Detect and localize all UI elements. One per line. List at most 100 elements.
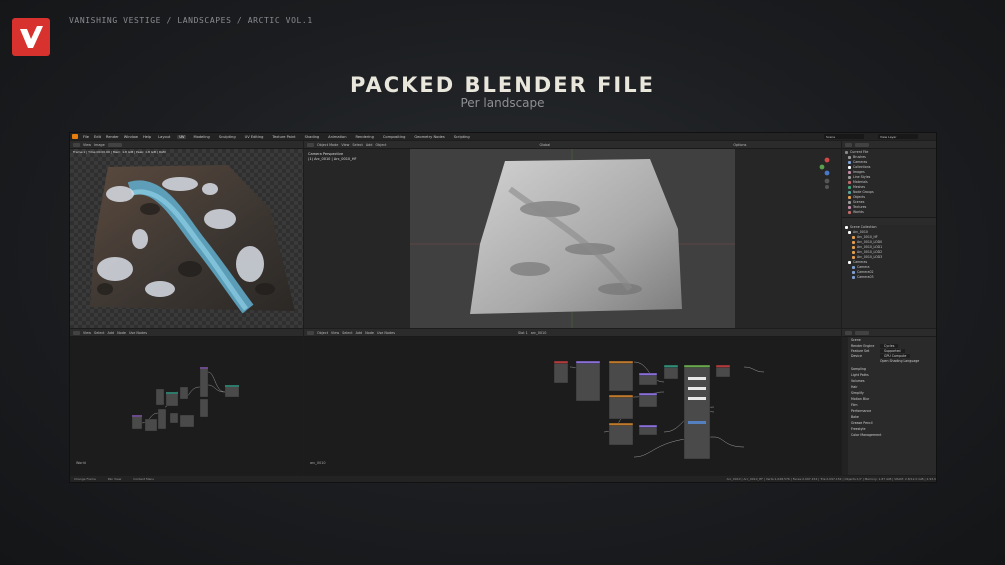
panel-motion-blur[interactable]: Motion Blur	[851, 397, 869, 401]
outliner-object[interactable]: Cameras	[848, 260, 867, 264]
panel-simplify[interactable]: Simplify	[851, 391, 864, 395]
outliner-object[interactable]: Camera	[852, 265, 870, 269]
editor-type-button[interactable]	[307, 142, 314, 147]
tab-rendering[interactable]: Rendering	[354, 135, 376, 139]
outliner-item[interactable]: Objects	[848, 195, 865, 199]
tab-geometry-nodes[interactable]: Geometry Nodes	[412, 135, 446, 139]
tab-uv-editing[interactable]: UV Editing	[243, 135, 266, 139]
panel-performance[interactable]: Performance	[851, 409, 871, 413]
blender-logo-icon[interactable]	[72, 134, 78, 139]
menu-file[interactable]: File	[83, 135, 89, 139]
outliner-search-field[interactable]	[855, 142, 869, 147]
node-view-menu[interactable]: View	[83, 331, 91, 335]
tab-modeling[interactable]: Modeling	[191, 135, 211, 139]
osl-checkbox[interactable]: Open Shading Language	[880, 359, 919, 363]
tab-sculpting[interactable]: Sculpting	[217, 135, 238, 139]
outliner-object[interactable]: Arc_0010_LOD3	[852, 255, 882, 259]
render-result-field[interactable]	[107, 142, 122, 147]
menu-window[interactable]: Window	[124, 135, 138, 139]
viewport-object-menu[interactable]: Object	[375, 143, 386, 147]
node-object-menu[interactable]: Object	[317, 331, 328, 335]
view-layer-selector[interactable]: View Layer	[878, 134, 918, 139]
panel-hair[interactable]: Hair	[851, 385, 858, 389]
editor-type-button[interactable]	[307, 330, 314, 335]
outliner-item[interactable]: Collections	[848, 165, 870, 169]
image-editor-image-menu[interactable]: Image	[94, 143, 105, 147]
editor-type-button[interactable]	[73, 330, 80, 335]
properties-area[interactable]: Scene Render Engine Cycles Feature Set S…	[842, 329, 936, 475]
outliner-item[interactable]: Materials	[848, 180, 868, 184]
use-nodes-checkbox[interactable]: Use Nodes	[377, 331, 395, 335]
outliner-item[interactable]: Brushes	[848, 155, 866, 159]
panel-freestyle[interactable]: Freestyle	[851, 427, 865, 431]
outliner-item[interactable]: Node Groups	[848, 190, 874, 194]
scene-selector[interactable]: Scene	[824, 134, 864, 139]
orientation-dropdown[interactable]: Global	[540, 143, 551, 147]
properties-search-field[interactable]	[855, 330, 869, 335]
render-engine-dropdown[interactable]: Cycles	[880, 344, 899, 348]
feature-set-dropdown[interactable]: Supported	[880, 349, 905, 353]
tab-shading[interactable]: Shading	[303, 135, 322, 139]
outliner-current-file[interactable]: Current File	[845, 150, 868, 154]
menu-render[interactable]: Render	[106, 135, 119, 139]
node-node-menu[interactable]: Node	[365, 331, 374, 335]
node-select-menu[interactable]: Select	[94, 331, 104, 335]
outliner-item[interactable]: Line Styles	[848, 175, 870, 179]
outliner-item[interactable]: Images	[848, 170, 865, 174]
navigation-gizmo[interactable]	[817, 155, 837, 189]
tab-scripting[interactable]: Scripting	[452, 135, 472, 139]
device-dropdown[interactable]: GPU Compute	[880, 354, 911, 358]
tab-animation[interactable]: Animation	[326, 135, 348, 139]
outliner-object[interactable]: Arc_0010_HF	[852, 235, 878, 239]
tab-layout[interactable]: Layout	[156, 135, 172, 139]
image-editor-area[interactable]: View Image Frame:1 | Time:00:00.00 | Mem…	[70, 141, 303, 328]
material-name-field[interactable]: arc_0010	[531, 331, 547, 335]
outliner-object[interactable]: Camera02	[852, 270, 874, 274]
use-nodes-checkbox[interactable]: Use Nodes	[129, 331, 147, 335]
editor-type-button[interactable]	[73, 142, 80, 147]
outliner-item[interactable]: Textures	[848, 205, 866, 209]
image-editor-view-menu[interactable]: View	[83, 143, 91, 147]
editor-type-button[interactable]	[845, 142, 852, 147]
outliner-object[interactable]: Arc_0010	[848, 230, 868, 234]
outliner-item[interactable]: Scenes	[848, 200, 864, 204]
properties-tab-bar[interactable]	[842, 337, 848, 475]
outliner-object[interactable]: Arc_0010_LOD2	[852, 250, 882, 254]
outliner-item[interactable]: Cameras	[848, 160, 867, 164]
viewport-options-button[interactable]: Options	[733, 143, 746, 147]
editor-type-button[interactable]	[845, 330, 852, 335]
node-node-menu[interactable]: Node	[117, 331, 126, 335]
tab-compositing[interactable]: Compositing	[381, 135, 408, 139]
feature-set-label: Feature Set	[851, 349, 870, 353]
outliner-object[interactable]: Arc_0010_LOD0	[852, 240, 882, 244]
viewport-add-menu[interactable]: Add	[366, 143, 373, 147]
panel-grease-pencil[interactable]: Grease Pencil	[851, 421, 873, 425]
tab-texture-paint[interactable]: Texture Paint	[270, 135, 297, 139]
object-mode-dropdown[interactable]: Object Mode	[317, 143, 338, 147]
outliner-item[interactable]: Worlds	[848, 210, 864, 214]
node-select-menu[interactable]: Select	[342, 331, 352, 335]
panel-volumes[interactable]: Volumes	[851, 379, 865, 383]
panel-film[interactable]: Film	[851, 403, 857, 407]
tab-uv[interactable]: UV	[177, 134, 187, 139]
outliner-area[interactable]: Current File Brushes Cameras Collections…	[842, 141, 936, 328]
panel-light-paths[interactable]: Light Paths	[851, 373, 869, 377]
menu-help[interactable]: Help	[143, 135, 151, 139]
node-view-menu[interactable]: View	[331, 331, 339, 335]
viewport-select-menu[interactable]: Select	[352, 143, 362, 147]
viewport-view-menu[interactable]: View	[341, 143, 349, 147]
outliner-object[interactable]: Arc_0010_LOD1	[852, 245, 882, 249]
panel-color-management[interactable]: Color Management	[851, 433, 881, 437]
panel-bake[interactable]: Bake	[851, 415, 859, 419]
3d-viewport-area[interactable]: Object Mode View Select Add Object Globa…	[304, 141, 841, 328]
outliner-object[interactable]: Camera03	[852, 275, 874, 279]
world-node-editor[interactable]: View Select Add Node Use Nodes World	[70, 329, 303, 475]
outliner-scene-collection[interactable]: Scene Collection	[845, 225, 877, 229]
menu-edit[interactable]: Edit	[94, 135, 101, 139]
outliner-item[interactable]: Meshes	[848, 185, 865, 189]
node-add-menu[interactable]: Add	[108, 331, 115, 335]
material-slot-dropdown[interactable]: Slot 1	[518, 331, 528, 335]
panel-sampling[interactable]: Sampling	[851, 367, 866, 371]
node-add-menu[interactable]: Add	[356, 331, 363, 335]
material-node-editor[interactable]: Object View Select Add Node Use Nodes Sl…	[304, 329, 841, 475]
